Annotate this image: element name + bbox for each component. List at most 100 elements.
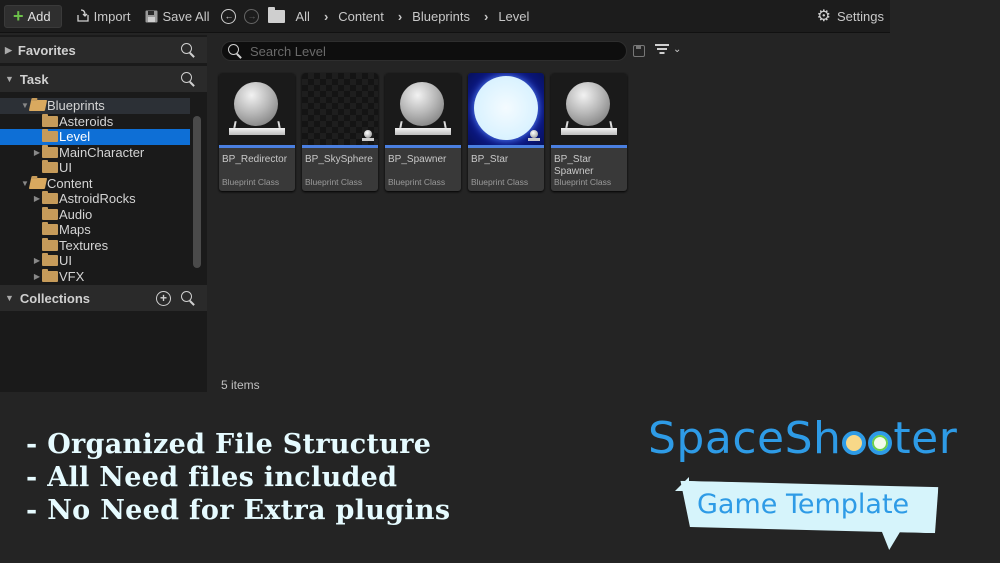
tree-item-label: UI [59, 160, 72, 176]
filter-button[interactable]: ⌄ [655, 43, 681, 55]
import-label: Import [93, 8, 131, 24]
asset-name: BP_Star Spawner [554, 154, 594, 177]
tree-scrollbar[interactable] [193, 116, 201, 268]
tree-item-ui-content[interactable]: ▶ UI [0, 253, 190, 269]
save-search-icon[interactable] [633, 45, 645, 57]
folder-icon [42, 144, 58, 158]
settings-button[interactable]: ⚙ Settings [817, 6, 884, 26]
speech-bubble-tail [878, 522, 906, 550]
breadcrumb-all[interactable]: All [295, 9, 309, 24]
folder-icon [42, 253, 58, 267]
add-collection-icon[interactable]: + [156, 290, 171, 306]
asset-type: Blueprint Class [222, 177, 280, 187]
tree-item-label: VFX [59, 268, 85, 284]
tree-item-maps[interactable]: Maps [0, 222, 190, 238]
asset-thumbnail [219, 73, 295, 145]
folder-open-icon [28, 100, 48, 112]
forward-arrow-icon[interactable]: → [244, 8, 260, 24]
search-input[interactable] [250, 43, 610, 59]
item-count: 5 items [221, 378, 260, 392]
import-button[interactable]: Import [76, 9, 131, 24]
feature-item: - Organized File Structure [26, 429, 432, 460]
collapsed-arrow-icon[interactable]: ▶ [32, 272, 42, 281]
plus-icon: + [13, 6, 24, 26]
collapsed-arrow-icon: ▶ [5, 44, 12, 55]
tree-item-astroidrocks[interactable]: ▶ AstroidRocks [0, 191, 190, 207]
collapsed-arrow-icon[interactable]: ▶ [32, 194, 42, 203]
folder-icon[interactable] [268, 6, 286, 23]
sphere-icon [400, 82, 444, 126]
breadcrumb-content[interactable]: Content [338, 9, 384, 24]
breadcrumb-separator[interactable]: › [398, 9, 402, 24]
collections-label: Collections [19, 290, 90, 306]
tree-item-content[interactable]: ▼ Content [0, 176, 190, 192]
filter-icon [655, 43, 669, 55]
back-arrow-icon[interactable]: ← [221, 8, 237, 24]
import-icon [76, 9, 90, 23]
pedestal-icon [395, 121, 451, 135]
search-bar[interactable] [221, 41, 627, 61]
asset-name: BP_Spawner [388, 154, 447, 165]
search-icon[interactable] [181, 291, 195, 305]
brand-text-end: ter [893, 413, 958, 464]
collections-header[interactable]: ▼ Collections + [0, 285, 207, 311]
asset-type: Blueprint Class [554, 177, 612, 187]
game-template-label: Game Template [697, 489, 910, 520]
tree-item-textures[interactable]: Textures [0, 237, 190, 254]
tree-item-blueprints[interactable]: ▼ Blueprints [0, 98, 190, 114]
tree-item-vfx[interactable]: ▶ VFX [0, 268, 190, 285]
folder-tree: ▼ Blueprints Asteroids Level ▶ MainChara… [0, 92, 190, 285]
asset-tile[interactable]: BP_Spawner Blueprint Class [385, 73, 461, 191]
chevron-down-icon: ⌄ [673, 43, 682, 55]
brand-text-start: SpaceSh [648, 413, 842, 464]
tree-item-audio[interactable]: Audio [0, 206, 190, 223]
collapsed-arrow-icon[interactable]: ▶ [32, 256, 42, 265]
planet-icon [842, 431, 867, 455]
breadcrumb-separator[interactable]: › [484, 9, 488, 24]
gear-icon: ⚙ [816, 8, 832, 25]
asset-name: BP_Star [471, 154, 509, 165]
folder-open-icon [28, 177, 48, 189]
breadcrumb-blueprints[interactable]: Blueprints [412, 9, 470, 24]
favorites-header[interactable]: ▶ Favorites [0, 37, 207, 63]
tree-item-ui[interactable]: UI [0, 160, 190, 176]
expanded-arrow-icon: ▼ [5, 74, 14, 84]
asset-type: Blueprint Class [305, 177, 363, 187]
collapsed-arrow-icon[interactable]: ▶ [32, 148, 42, 157]
save-all-button[interactable]: Save All [145, 9, 209, 24]
asset-view: ⌄ BP_Redirector Blueprint Class BP_SkySp… [213, 35, 890, 392]
tree-item-label: Level [59, 129, 91, 145]
tree-item-level[interactable]: Level [0, 129, 190, 145]
task-header[interactable]: ▼ Task [0, 66, 207, 92]
asset-name: BP_SkySphere [305, 154, 373, 165]
asset-tile[interactable]: BP_Star Spawner Blueprint Class [551, 73, 627, 191]
asset-tile[interactable]: BP_SkySphere Blueprint Class [302, 73, 378, 191]
favorites-label: Favorites [17, 42, 76, 58]
add-button[interactable]: + Add [4, 4, 62, 28]
feature-list: - Organized File Structure - All Need fi… [26, 428, 450, 527]
tree-item-label: UI [59, 253, 72, 269]
tree-item-label: Audio [59, 206, 93, 222]
asset-tile[interactable]: BP_Star Blueprint Class [468, 73, 544, 191]
breadcrumb-level[interactable]: Level [498, 9, 529, 24]
tree-item-maincharacter[interactable]: ▶ MainCharacter [0, 144, 190, 161]
search-icon[interactable] [181, 72, 195, 86]
breadcrumb-separator[interactable]: › [324, 9, 328, 24]
pedestal-icon [229, 121, 285, 135]
task-label: Task [19, 71, 49, 87]
folder-icon [42, 206, 58, 220]
blueprint-class-icon [528, 130, 540, 142]
folder-icon [42, 268, 58, 282]
asset-name: BP_Redirector [222, 154, 288, 165]
sphere-icon [566, 82, 610, 126]
sources-panel: ▶ Favorites ▼ Task ▼ Blueprints Asteroid… [0, 35, 207, 392]
blueprint-class-icon [362, 130, 374, 142]
asset-tile[interactable]: BP_Redirector Blueprint Class [219, 73, 295, 191]
tree-item-asteroids[interactable]: Asteroids [0, 113, 190, 130]
folder-icon [42, 113, 58, 127]
screen: + Add Import Save All ← → All › Content … [0, 0, 1000, 563]
folder-icon [42, 191, 58, 205]
tree-item-label: Blueprints [47, 98, 105, 114]
expanded-arrow-icon: ▼ [5, 293, 14, 303]
search-icon[interactable] [181, 43, 195, 57]
